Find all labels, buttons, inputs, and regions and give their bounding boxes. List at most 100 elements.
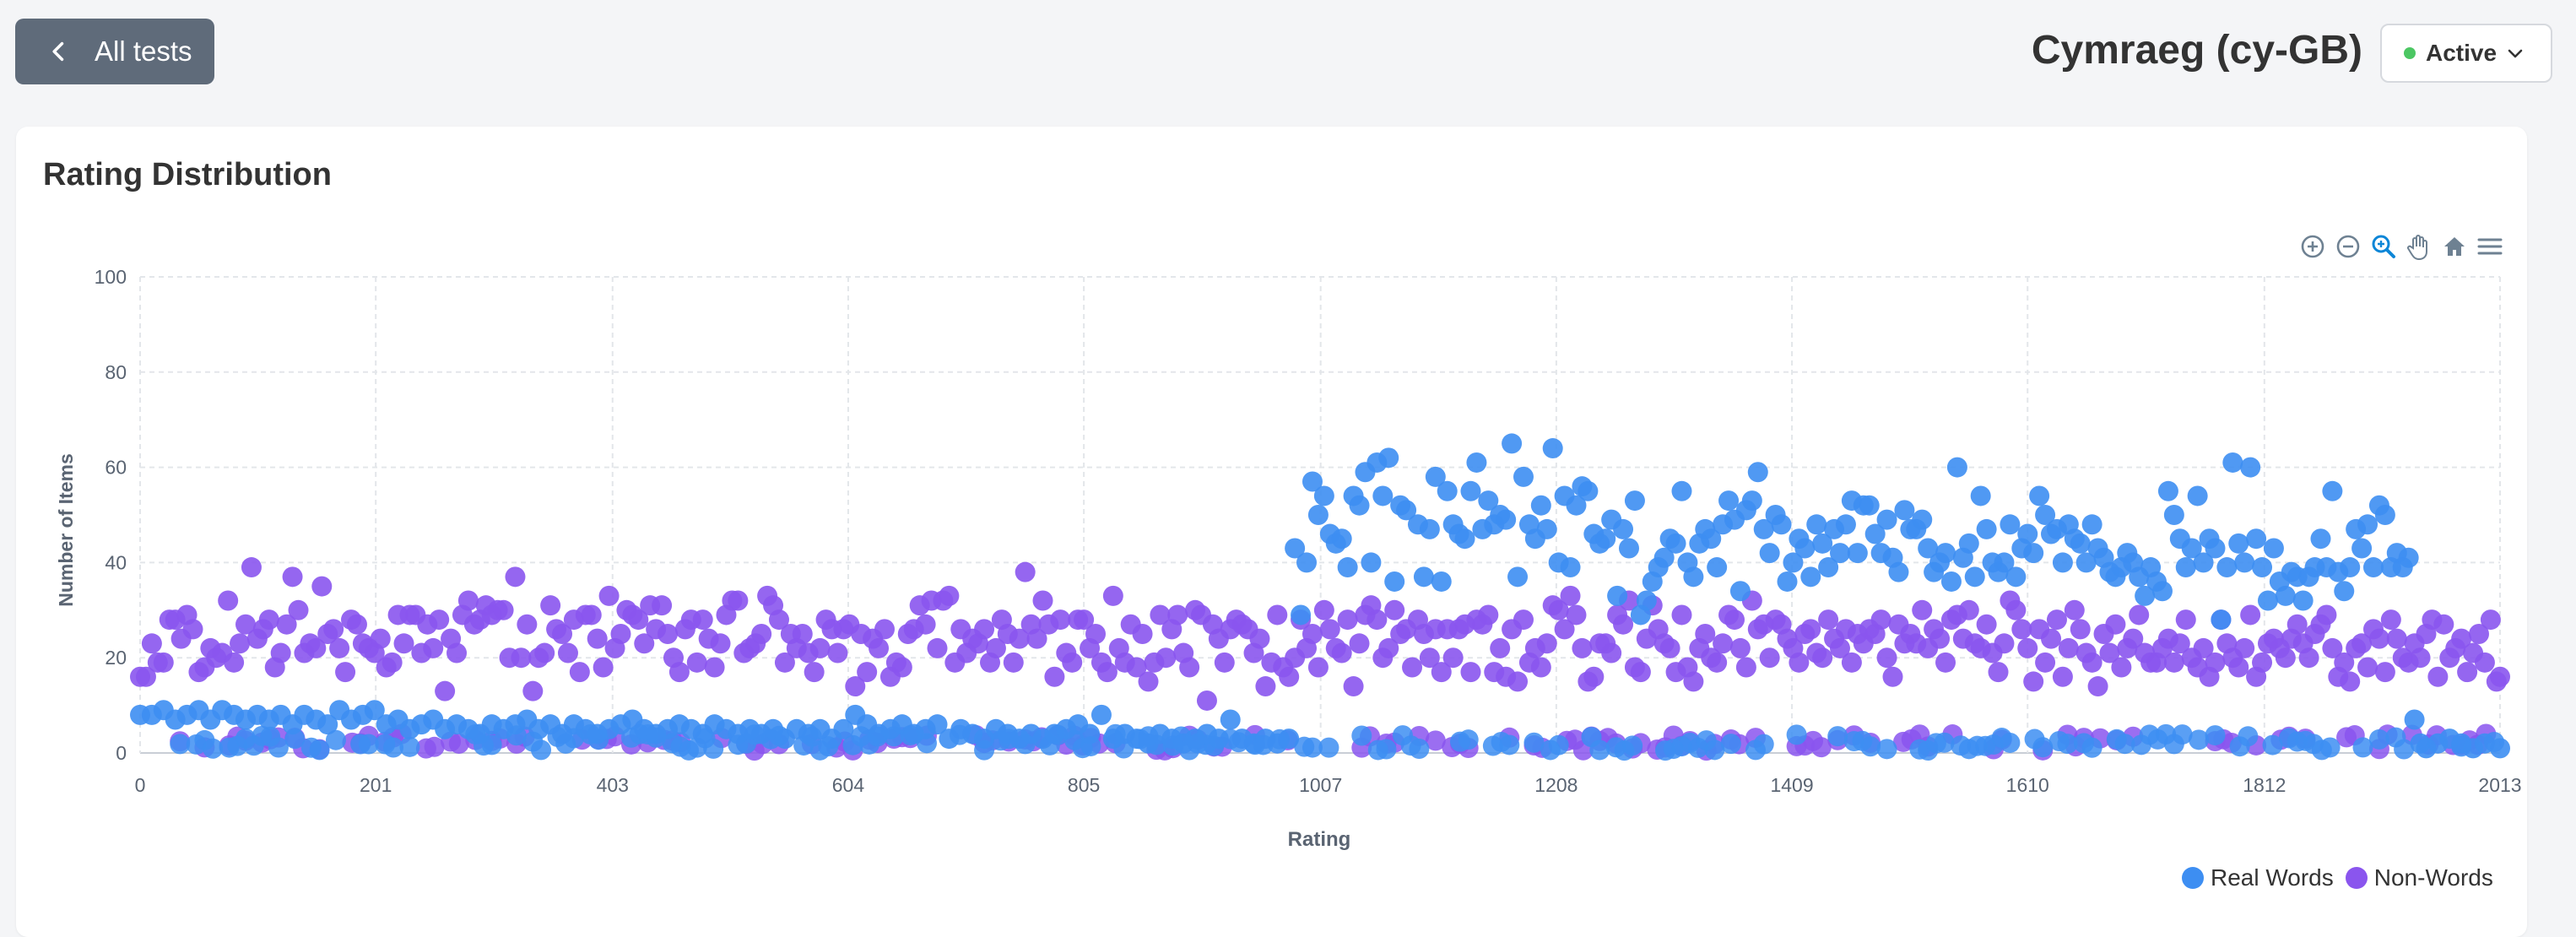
non-words-point: [874, 619, 895, 640]
real-words-point: [2163, 505, 2184, 525]
real-words-point: [2000, 514, 2021, 535]
non-words-point: [2340, 671, 2361, 692]
non-words-point: [704, 657, 725, 678]
non-words-point: [1337, 609, 1358, 631]
real-words-point: [1578, 480, 1599, 501]
y-axis-label: Number of Items: [55, 453, 77, 606]
real-words-point: [2175, 557, 2196, 578]
real-words-point: [1307, 505, 1329, 525]
non-words-point: [1490, 637, 1511, 658]
non-words-point: [2163, 652, 2184, 673]
real-words-point: [1313, 485, 1334, 506]
real-words-point: [2211, 609, 2232, 631]
non-words-point: [1319, 619, 1340, 640]
y-tick-label: 0: [116, 742, 127, 764]
real-words-point: [1613, 518, 1634, 539]
real-words-point: [2246, 528, 2267, 550]
real-words-point: [1409, 739, 1430, 760]
non-words-point: [569, 662, 590, 683]
non-words-point: [241, 557, 262, 578]
non-words-point: [2457, 662, 2478, 683]
non-words-point: [1870, 609, 1891, 631]
non-words-point: [1800, 619, 1821, 640]
non-words-point: [915, 614, 936, 635]
real-words-point: [1835, 514, 1856, 535]
real-words-point: [1560, 557, 1581, 578]
non-words-point: [1032, 590, 1053, 611]
legend-label-real-words: Real Words: [2211, 864, 2334, 891]
real-words-point: [2205, 725, 2226, 746]
non-words-point: [511, 647, 532, 669]
non-words-point: [939, 585, 960, 606]
non-words-point: [1912, 599, 1933, 620]
x-axis-label: Rating: [1288, 828, 1351, 851]
real-words-point: [1220, 709, 1241, 730]
non-words-point: [446, 642, 468, 663]
non-words-point: [2252, 652, 2273, 673]
non-words-point: [1343, 676, 1364, 697]
non-words-point: [1096, 662, 1118, 683]
non-words-point: [809, 637, 831, 658]
non-words-point: [2011, 619, 2032, 640]
legend-item-non-words[interactable]: Non-Words: [2345, 864, 2493, 891]
non-words-point: [2427, 666, 2449, 687]
real-words-point: [2238, 726, 2259, 747]
non-words-point: [869, 637, 890, 658]
non-words-point: [1789, 652, 1810, 673]
non-words-point: [1349, 633, 1370, 654]
non-words-point: [2035, 652, 2056, 673]
non-words-point: [1601, 642, 1622, 663]
x-tick-label: 805: [1068, 774, 1100, 796]
non-words-point: [1876, 647, 1897, 669]
non-words-point: [2240, 604, 2261, 626]
non-words-point: [2046, 609, 2067, 631]
x-axis-ticks: 0 201 403 604 805 1007 1208 1409 1610 1812 2013: [135, 774, 2522, 796]
real-words-point: [1847, 543, 1868, 564]
real-words-point: [2023, 543, 2044, 564]
non-words-point: [370, 628, 391, 649]
non-words-point: [2433, 614, 2454, 635]
non-words-point: [1442, 647, 1464, 669]
real-words-point: [1454, 528, 1475, 550]
non-words-point: [457, 590, 479, 611]
non-words-point: [1695, 624, 1716, 644]
real-words-point: [1361, 552, 1382, 573]
real-words-point: [2052, 552, 2073, 573]
non-words-point: [423, 637, 444, 658]
real-words-point: [1507, 566, 1529, 588]
real-words-point: [1741, 490, 1762, 512]
non-words-point: [429, 609, 450, 631]
legend-item-real-words[interactable]: Real Words: [2182, 864, 2334, 891]
non-words-point: [587, 628, 608, 649]
non-words-point: [827, 642, 848, 663]
non-words-point: [270, 642, 291, 663]
non-words-point: [1255, 676, 1276, 697]
non-words-point: [927, 637, 948, 658]
non-words-point: [1138, 671, 1159, 692]
non-words-point: [557, 642, 578, 663]
y-axis-ticks: 0 20 40 60 80 100: [95, 266, 127, 764]
x-tick-label: 1007: [1299, 774, 1342, 796]
x-tick-label: 1208: [1534, 774, 1578, 796]
non-words-point: [1313, 599, 1334, 620]
x-tick-label: 403: [597, 774, 629, 796]
non-words-point: [2234, 637, 2255, 658]
non-words-point: [230, 633, 251, 654]
non-words-point: [598, 585, 620, 606]
real-words-point: [2351, 538, 2373, 559]
non-words-point: [652, 595, 673, 616]
real-words-point: [1777, 571, 1798, 592]
x-tick-label: 1409: [1770, 774, 1813, 796]
non-words-point: [1085, 624, 1107, 644]
non-words-point: [1179, 657, 1200, 678]
non-words-point: [2357, 657, 2378, 678]
non-words-point: [2368, 628, 2389, 649]
non-words-point: [1384, 599, 1405, 620]
x-tick-label: 604: [832, 774, 865, 796]
y-tick-label: 20: [105, 647, 127, 669]
non-words-point: [1958, 599, 1979, 620]
legend-marker-real-words: [2182, 867, 2204, 889]
non-words-point: [1994, 633, 2015, 654]
real-words-point: [1935, 543, 1956, 564]
non-words-point: [2275, 647, 2296, 669]
